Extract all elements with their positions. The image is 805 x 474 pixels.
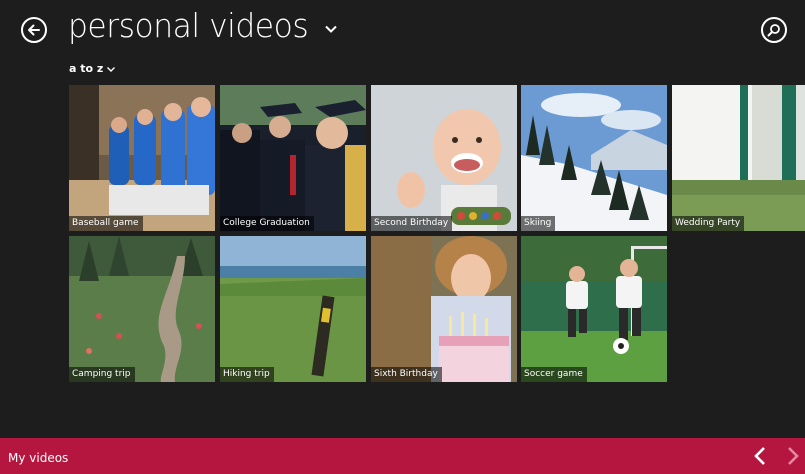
- video-tile-college-graduation[interactable]: College Graduation: [220, 85, 366, 231]
- video-tile-hiking-trip[interactable]: Hiking trip: [220, 236, 366, 382]
- video-tile-sixth-birthday[interactable]: Sixth Birthday: [371, 236, 517, 382]
- video-tile-camping-trip[interactable]: Camping trip: [69, 236, 215, 382]
- second-birthday-thumbnail: [371, 85, 517, 231]
- video-tile-soccer-game[interactable]: Soccer game: [521, 236, 667, 382]
- search-icon: [767, 24, 780, 37]
- back-button[interactable]: [21, 17, 47, 43]
- app-bar: My videos: [0, 438, 805, 474]
- college-graduation-thumbnail: [220, 85, 366, 231]
- video-label: Camping trip: [69, 367, 135, 382]
- soccer-game-thumbnail: [521, 236, 667, 382]
- video-label: Wedding Party: [672, 216, 745, 231]
- video-tile-wedding-party[interactable]: Wedding Party: [672, 85, 805, 231]
- hiking-trip-thumbnail: [220, 236, 366, 382]
- chevron-down-icon: [107, 66, 116, 72]
- video-label: Sixth Birthday: [371, 367, 442, 382]
- app-bar-label: My videos: [8, 451, 69, 465]
- video-label: Second Birthday: [371, 216, 453, 231]
- sixth-birthday-thumbnail: [371, 236, 517, 382]
- video-label: Soccer game: [521, 367, 587, 382]
- video-tile-skiing[interactable]: Skiing: [521, 85, 667, 231]
- sort-label: a to z: [69, 62, 104, 75]
- chevron-down-icon: [325, 25, 337, 33]
- video-tile-second-birthday[interactable]: Second Birthday: [371, 85, 517, 231]
- camping-trip-thumbnail: [69, 236, 215, 382]
- skiing-thumbnail: [521, 85, 667, 231]
- video-label: Skiing: [521, 216, 556, 231]
- video-label: College Graduation: [220, 216, 314, 231]
- video-tile-baseball-game[interactable]: Baseball game: [69, 85, 215, 231]
- chevron-right-icon[interactable]: [784, 446, 802, 466]
- video-label: Baseball game: [69, 216, 143, 231]
- baseball-game-thumbnail: [69, 85, 215, 231]
- chevron-left-icon[interactable]: [751, 446, 769, 466]
- title-menu-button[interactable]: personal videos: [68, 6, 337, 45]
- page-title: personal videos: [68, 6, 309, 45]
- video-label: Hiking trip: [220, 367, 274, 382]
- back-arrow-icon: [28, 24, 40, 36]
- wedding-party-thumbnail: [672, 85, 805, 231]
- sort-dropdown[interactable]: a to z: [69, 62, 116, 75]
- search-button[interactable]: [761, 17, 787, 43]
